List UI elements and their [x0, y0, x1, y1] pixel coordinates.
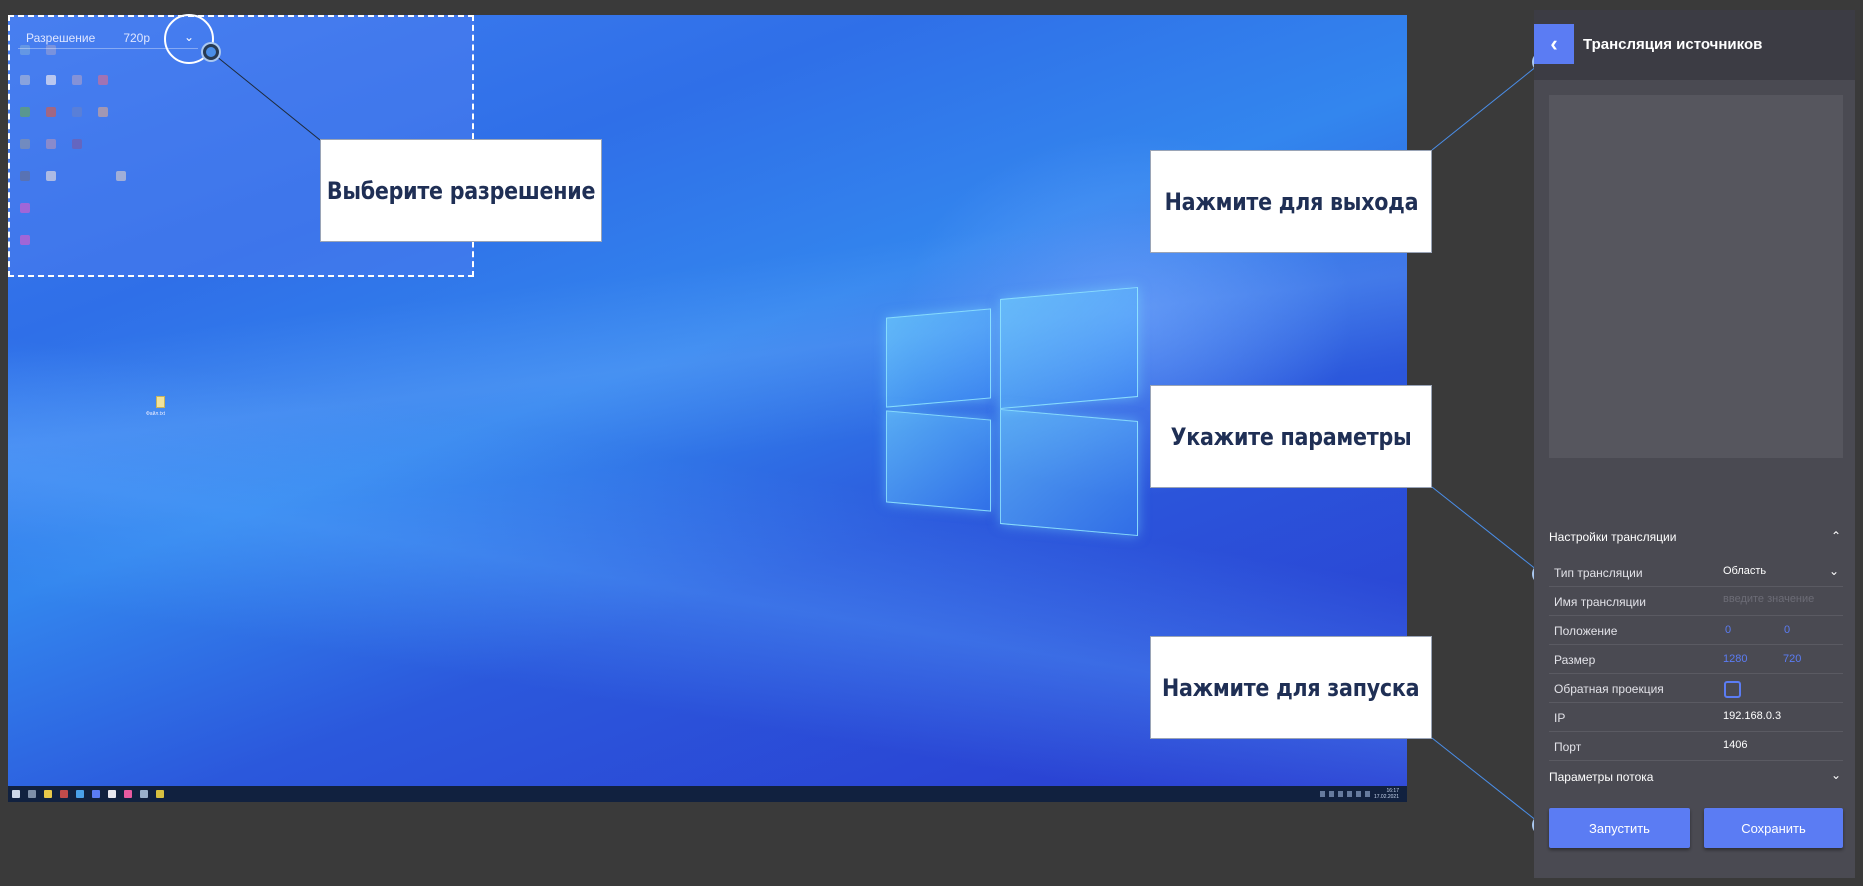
- position-label: Положение: [1554, 624, 1618, 638]
- taskbar: 16:17 17.02.2021: [8, 786, 1407, 802]
- size-height-input[interactable]: 720: [1783, 653, 1801, 665]
- chevron-down-icon[interactable]: ⌄: [1829, 564, 1839, 578]
- system-tray: 16:17 17.02.2021: [1319, 788, 1399, 800]
- row-name: Имя трансляции введите значение: [1549, 587, 1843, 616]
- search-icon: [28, 790, 36, 798]
- name-label: Имя трансляции: [1554, 595, 1646, 609]
- app-icon: [108, 790, 116, 798]
- row-ip: IP 192.168.0.3: [1549, 703, 1843, 732]
- settings-section-title[interactable]: Настройки трансляции: [1549, 530, 1676, 544]
- row-size: Размер 1280 720: [1549, 645, 1843, 674]
- panel-header: ‹ Трансляция источников: [1534, 10, 1855, 80]
- port-input[interactable]: 1406: [1723, 739, 1747, 751]
- type-select[interactable]: Область: [1723, 565, 1766, 577]
- callout-select-resolution: Выберите разрешение: [320, 139, 602, 242]
- row-type: Тип трансляции Область ⌄: [1549, 558, 1843, 587]
- panel-title: Трансляция источников: [1583, 36, 1763, 53]
- app-icon: [156, 790, 164, 798]
- windows-logo: [878, 275, 1143, 555]
- app-icon: [140, 790, 148, 798]
- start-icon: [12, 790, 20, 798]
- resolution-value: 720p: [123, 30, 151, 45]
- size-label: Размер: [1554, 653, 1596, 667]
- resolution-label: Разрешение: [26, 30, 96, 45]
- row-position: Положение 0 0: [1549, 616, 1843, 645]
- app-icon: [124, 790, 132, 798]
- size-width-input[interactable]: 1280: [1723, 653, 1747, 665]
- ip-label: IP: [1554, 711, 1566, 725]
- reverse-label: Обратная проекция: [1554, 682, 1664, 696]
- reverse-checkbox[interactable]: [1724, 681, 1741, 698]
- app-icon: [76, 790, 84, 798]
- tray-clock-date: 17.02.2021: [1373, 794, 1399, 800]
- back-button[interactable]: ‹: [1534, 24, 1574, 64]
- type-label: Тип трансляции: [1554, 566, 1643, 580]
- chevron-up-icon[interactable]: ⌃: [1831, 529, 1841, 543]
- callout-set-parameters: Укажите параметры: [1150, 385, 1432, 488]
- marker-dot: [203, 44, 219, 60]
- name-input[interactable]: введите значение: [1723, 593, 1814, 605]
- row-port: Порт 1406: [1549, 732, 1843, 761]
- app-icon: [92, 790, 100, 798]
- stream-section-title[interactable]: Параметры потока: [1549, 770, 1653, 784]
- callout-press-to-exit: Нажмите для выхода: [1150, 150, 1432, 253]
- folder-icon: [44, 790, 52, 798]
- desktop-file-label: Файл.txt: [146, 411, 165, 417]
- source-preview: [1549, 95, 1843, 458]
- chevron-left-icon: ‹: [1550, 31, 1558, 56]
- position-y-input[interactable]: 0: [1784, 624, 1790, 636]
- position-x-input[interactable]: 0: [1725, 624, 1731, 636]
- broadcast-panel: ‹ Трансляция источников Настройки трансл…: [1534, 10, 1855, 878]
- desktop-icons: [16, 45, 136, 275]
- row-reverse-projection: Обратная проекция: [1549, 674, 1843, 703]
- start-button[interactable]: Запустить: [1549, 808, 1690, 848]
- port-label: Порт: [1554, 740, 1582, 754]
- chevron-down-icon[interactable]: ⌄: [1831, 768, 1841, 782]
- ip-input[interactable]: 192.168.0.3: [1723, 710, 1781, 722]
- file-icon: [156, 396, 165, 408]
- save-button[interactable]: Сохранить: [1704, 808, 1843, 848]
- resolution-dropdown-chevron-icon[interactable]: ⌄: [184, 30, 194, 44]
- app-icon: [60, 790, 68, 798]
- callout-press-to-start: Нажмите для запуска: [1150, 636, 1432, 739]
